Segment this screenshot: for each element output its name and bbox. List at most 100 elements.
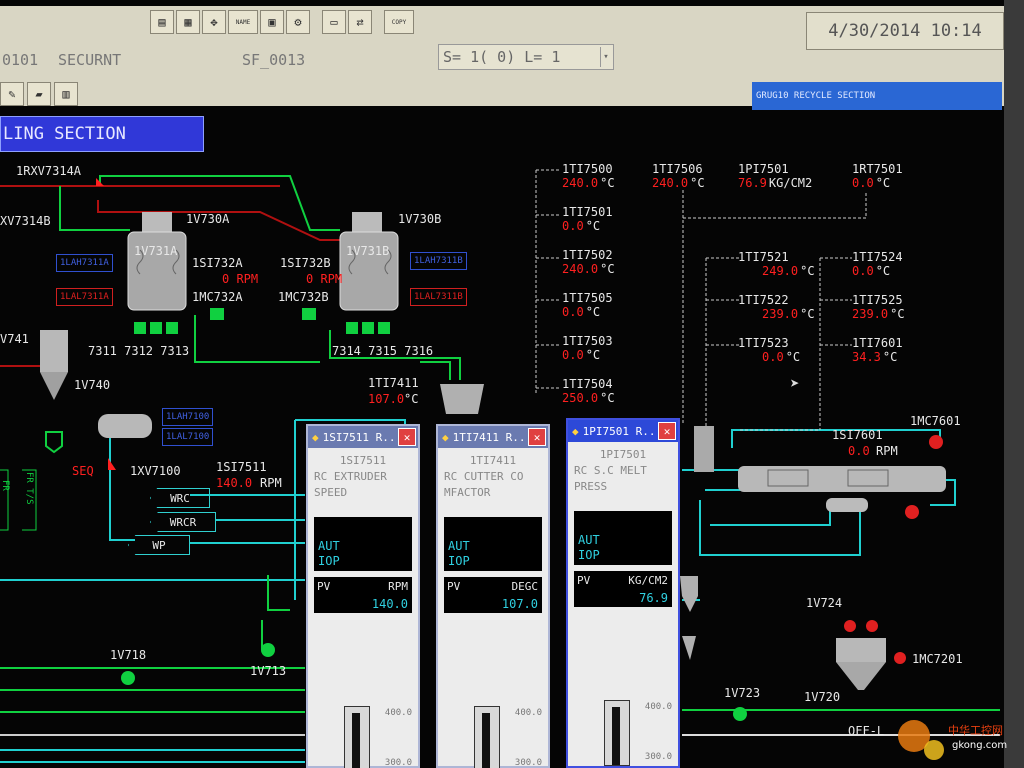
mode-label: IOP (318, 554, 340, 568)
reading-1ti7523[interactable]: 1TI7523 0.0 °C (738, 336, 800, 364)
reading-value: 76.9 (738, 176, 767, 190)
scale-low: 300.0 (644, 752, 672, 762)
reading-tag: 1TI7505 (562, 291, 613, 305)
reading-1rt7501[interactable]: 1RT7501 0.0 °C (852, 162, 903, 190)
label-si732a: 1SI732A (192, 256, 243, 270)
label-off-l: OFF-L (848, 724, 885, 738)
faceplate-pv[interactable]: PV KG/CM2 76.9 (574, 571, 672, 607)
reading-unit: °C (585, 305, 601, 319)
label-si7601: 1SI7601 (832, 428, 883, 442)
label-fr: FR (0, 480, 10, 491)
reading-unit: °C (875, 176, 891, 190)
reading-tag: 1TI7506 (652, 162, 703, 176)
faceplate-1pi7501[interactable]: ◆ 1PI7501 R... ✕ 1PI7501 RC S.C MELT PRESS AU… (566, 418, 680, 768)
reading-tag: 1PI7501 (738, 162, 789, 176)
reading-tag: 1TI7601 (852, 336, 903, 350)
reading-1ti7506[interactable]: 1TI7506 240.0 °C (652, 162, 705, 190)
label-v723: 1V723 (724, 686, 761, 700)
faceplate-pv[interactable]: PV DEGC 107.0 (444, 577, 542, 613)
reading-1ti7504[interactable]: 1TI7504 250.0 °C (562, 377, 615, 405)
reading-unit: °C (600, 262, 615, 276)
reading-1ti7502[interactable]: 1TI7502 240.0 °C (562, 248, 615, 276)
faceplate-1ti7411[interactable]: ◆ 1TI7411 R... ✕ 1TI7411 RC CUTTER CO MFACTO… (436, 424, 550, 768)
faceplate-1si7511[interactable]: ◆ 1SI7511 R... ✕ 1SI7511 RC EXTRUDER SPEED AU… (306, 424, 420, 768)
alarm-lal7311a[interactable]: 1LAL7311A (56, 288, 113, 306)
faceplate-mode[interactable]: AUT IOP (444, 517, 542, 571)
reading-unit: °C (600, 391, 615, 405)
reading-value: 0.0 (562, 219, 584, 233)
value-rpm-a: 0 RPM (222, 272, 259, 286)
pv-bargraph (604, 700, 630, 766)
reading-1ti7505[interactable]: 1TI7505 0.0 °C (562, 291, 613, 319)
faceplate-desc: RC S.C MELT PRESS (574, 464, 647, 493)
label-si7511: 1SI7511 (216, 460, 267, 474)
unit-si7601: RPM (876, 444, 898, 458)
reading-value: 249.0 (762, 264, 799, 278)
hmi-screen: ▤ ▦ ✥ NAME ▣ ⚙ ▭ ⇄ COPY 4/30/2014 10:14 … (0, 0, 1004, 768)
alarm-lah7311a[interactable]: 1LAH7311A (56, 254, 113, 272)
faceplate-pv[interactable]: PV RPM 140.0 (314, 577, 412, 613)
tag-wrcr[interactable]: WRCR (150, 512, 216, 532)
reading-1ti7522[interactable]: 1TI7522 239.0 °C (738, 293, 815, 321)
label-mc7201: 1MC7201 (912, 652, 963, 666)
label-mc7601: 1MC7601 (910, 414, 961, 428)
mode-label: IOP (578, 548, 600, 562)
mode-label: AUT (448, 539, 470, 553)
label-valves-b: 7314 7315 7316 (332, 344, 434, 358)
faceplate-titlebar[interactable]: ◆ 1PI7501 R... ✕ (568, 420, 678, 442)
label-v740: 1V740 (74, 378, 111, 392)
pv-bargraph (344, 706, 370, 768)
reading-1ti7524[interactable]: 1TI7524 0.0 °C (852, 250, 903, 278)
reading-1ti7500[interactable]: 1TI7500 240.0 °C (562, 162, 615, 190)
reading-unit: °C (585, 219, 601, 233)
scale-low: 300.0 (384, 758, 412, 768)
reading-value: 240.0 (652, 176, 689, 190)
close-icon[interactable]: ✕ (658, 422, 676, 440)
reading-value: 0.0 (852, 176, 874, 190)
faceplate-mode[interactable]: AUT IOP (314, 517, 412, 571)
watermark-logo: 中华工控网 gkong.com (886, 710, 1014, 762)
reading-1ti7525[interactable]: 1TI7525 239.0 °C (852, 293, 905, 321)
reading-value: 240.0 (562, 176, 599, 190)
label-v741: V741 (0, 332, 29, 346)
alarm-lal7311b[interactable]: 1LAL7311B (410, 288, 467, 306)
diamond-icon: ◆ (572, 424, 579, 438)
reading-1ti7601[interactable]: 1TI7601 34.3 °C (852, 336, 903, 364)
mode-label: AUT (318, 539, 340, 553)
reading-1pi7501[interactable]: 1PI7501 76.9 KG/CM2 (738, 162, 812, 190)
close-icon[interactable]: ✕ (528, 428, 546, 446)
faceplate-tag: 1PI7501 (599, 448, 647, 461)
label-v724: 1V724 (806, 596, 843, 610)
label-v720: 1V720 (804, 690, 841, 704)
close-icon[interactable]: ✕ (398, 428, 416, 446)
label-si732b: 1SI732B (280, 256, 331, 270)
faceplate-tag: 1TI7411 (469, 454, 517, 467)
reading-1ti7501[interactable]: 1TI7501 0.0 °C (562, 205, 613, 233)
reading-unit: °C (875, 264, 891, 278)
reading-1ti7521[interactable]: 1TI7521 249.0 °C (738, 250, 815, 278)
label-rxv7314a: 1RXV7314A (16, 164, 82, 178)
alarm-lah7311b[interactable]: 1LAH7311B (410, 252, 467, 270)
reading-value: 250.0 (562, 391, 599, 405)
reading-tag: 1TI7525 (852, 293, 903, 307)
faceplate-titlebar[interactable]: ◆ 1SI7511 R... ✕ (308, 426, 418, 448)
faceplate-tag: 1SI7511 (339, 454, 387, 467)
alarm-lah7100[interactable]: 1LAH7100 (162, 408, 214, 426)
dryer-b (339, 212, 399, 311)
tag-wp[interactable]: WP (128, 535, 190, 555)
reading-1ti7503[interactable]: 1TI7503 0.0 °C (562, 334, 613, 362)
reading-unit: °C (890, 307, 905, 321)
reading-value: 0.0 (562, 348, 584, 362)
reading-value: 0.0 (562, 305, 584, 319)
faceplate-titlebar[interactable]: ◆ 1TI7411 R... ✕ (438, 426, 548, 448)
tag-wrc[interactable]: WRC (150, 488, 210, 508)
reading-tag: 1TI7504 (562, 377, 613, 391)
alarm-lal7100[interactable]: 1LAL7100 (162, 428, 214, 446)
mode-label: AUT (578, 533, 600, 547)
faceplate-mode[interactable]: AUT IOP (574, 511, 672, 565)
pv-value: 140.0 (371, 597, 408, 611)
reading-unit: °C (600, 176, 615, 190)
cursor-icon: ➤ (790, 374, 800, 393)
scale-low: 300.0 (514, 758, 542, 768)
pv-value: 76.9 (639, 591, 668, 605)
